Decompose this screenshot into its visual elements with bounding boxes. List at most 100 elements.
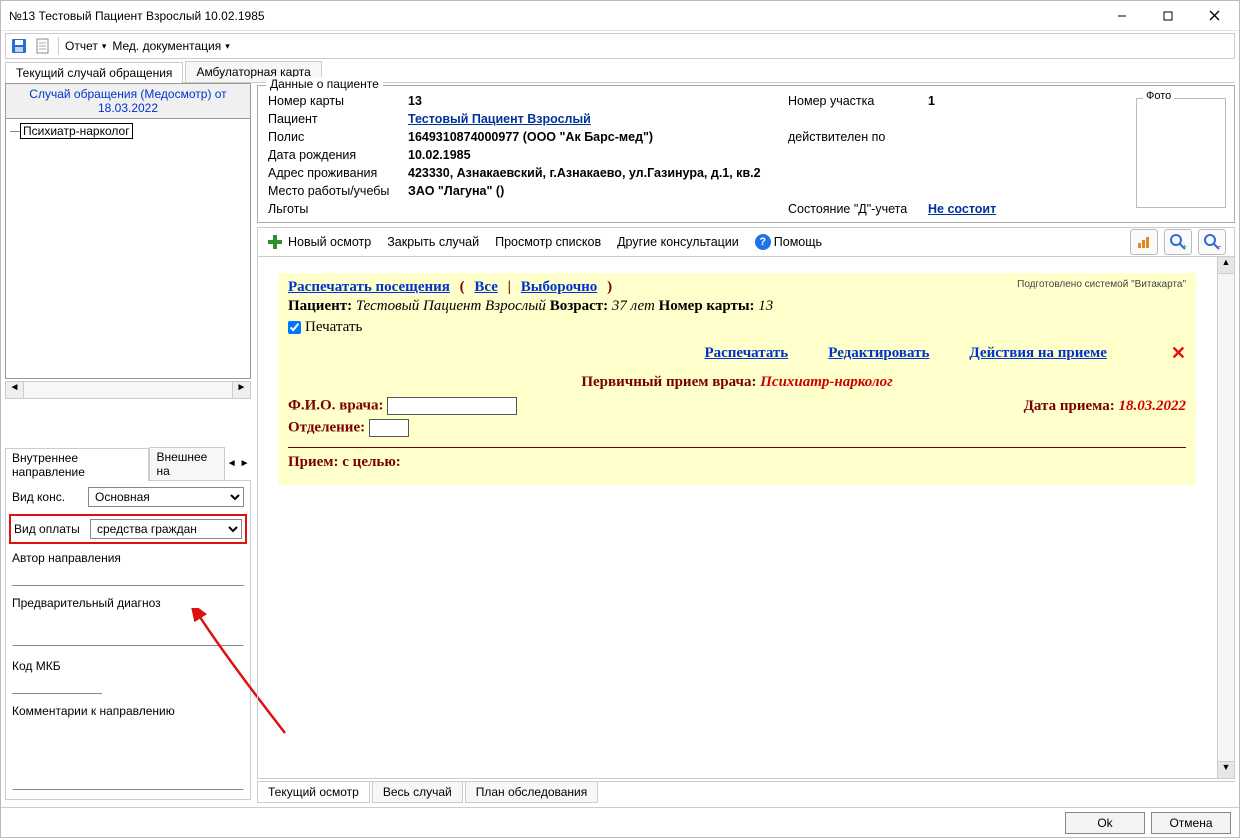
btab-exam-plan[interactable]: План обследования xyxy=(465,781,599,803)
referral-form: Вид конс. Основная Вид оплаты средства г… xyxy=(5,481,251,800)
patient-link[interactable]: Тестовый Пациент Взрослый xyxy=(408,112,591,126)
zoom-in-button[interactable]: + xyxy=(1164,229,1192,255)
case-header: Случай обращения (Медосмотр) от 18.03.20… xyxy=(5,83,251,119)
addr-value: 423330, Азнакаевский, г.Азнакаево, ул.Га… xyxy=(408,166,761,180)
close-card-button[interactable]: ✕ xyxy=(1171,343,1186,364)
plus-icon xyxy=(266,233,284,251)
priv-label: Льготы xyxy=(268,202,408,216)
referral-tabs: Внутреннее направление Внешнее на ◄ ► xyxy=(5,447,251,481)
purpose-label: Прием: с целью: xyxy=(288,454,401,470)
pat-name: Тестовый Пациент Взрослый xyxy=(356,298,546,314)
visit-card: Подготовлено системой "Витакарта" Распеч… xyxy=(278,273,1196,485)
svg-text:−: − xyxy=(1216,242,1221,251)
titlebar: №13 Тестовый Пациент Взрослый 10.02.1985 xyxy=(1,1,1239,31)
main-tabs: Текущий случай обращения Амбулаторная ка… xyxy=(5,61,1235,83)
document-icon[interactable] xyxy=(34,37,52,55)
case-toolbar: Новый осмотр Закрыть случай Просмотр спи… xyxy=(257,227,1235,257)
dept-label: Отделение: xyxy=(288,419,365,435)
btab-whole-case[interactable]: Весь случай xyxy=(372,781,463,803)
dob-value: 10.02.1985 xyxy=(408,148,471,162)
dstat-label: Состояние "Д"-учета xyxy=(788,202,928,216)
print-all-link[interactable]: Все xyxy=(474,279,498,296)
close-case-button[interactable]: Закрыть случай xyxy=(387,235,479,249)
photo-box: Фото xyxy=(1136,98,1226,208)
scroll-left-button[interactable]: ◄ xyxy=(6,382,24,398)
scroll-right-button[interactable]: ► xyxy=(232,382,250,398)
scroll-down-button[interactable]: ▼ xyxy=(1218,761,1234,778)
mkb-input[interactable] xyxy=(12,675,102,694)
help-button[interactable]: ? Помощь xyxy=(755,234,822,250)
tab-external-referral[interactable]: Внешнее на xyxy=(149,447,225,480)
pay-type-label: Вид оплаты xyxy=(14,522,84,536)
actions-link[interactable]: Действия на приеме xyxy=(969,345,1107,362)
cancel-button[interactable]: Отмена xyxy=(1151,812,1231,834)
visit-date-label: Дата приема: xyxy=(1024,398,1115,414)
cons-type-select[interactable]: Основная xyxy=(88,487,244,507)
document-area: Подготовлено системой "Витакарта" Распеч… xyxy=(257,257,1235,779)
dstat-link[interactable]: Не состоит xyxy=(928,202,996,216)
new-exam-button[interactable]: Новый осмотр xyxy=(266,233,371,251)
tab-internal-referral[interactable]: Внутреннее направление xyxy=(5,448,149,481)
fio-input[interactable] xyxy=(387,397,517,415)
main-toolbar: Отчет▾ Мед. документация▾ xyxy=(5,33,1235,59)
report-menu[interactable]: Отчет▾ xyxy=(65,39,106,53)
pay-type-row-highlighted: Вид оплаты средства граждан xyxy=(9,514,247,544)
age-label: Возраст: xyxy=(550,298,608,314)
prelim-diag-input[interactable] xyxy=(12,612,244,646)
meddoc-menu[interactable]: Мед. документация▾ xyxy=(112,39,229,53)
tree-hscroll[interactable]: ◄ ► xyxy=(5,381,251,399)
tab-scroll-right[interactable]: ► xyxy=(238,458,251,469)
patient-label: Пациент xyxy=(268,112,408,126)
fio-label: Ф.И.О. врача: xyxy=(288,397,384,413)
print-visits-link[interactable]: Распечатать посещения xyxy=(288,279,450,296)
pay-type-select[interactable]: средства граждан xyxy=(90,519,242,539)
card-no-label: Номер карты xyxy=(268,94,408,108)
tree-item-psychiatrist[interactable]: Психиатр-нарколог xyxy=(20,123,133,139)
scroll-up-button[interactable]: ▲ xyxy=(1218,257,1234,274)
visit-date-value: 18.03.2022 xyxy=(1119,398,1187,414)
site-label: Номер участка xyxy=(788,94,928,108)
close-window-button[interactable] xyxy=(1191,2,1237,30)
ok-button[interactable]: Ok xyxy=(1065,812,1145,834)
card-no-value: 13 xyxy=(408,94,422,108)
window-title: №13 Тестовый Пациент Взрослый 10.02.1985 xyxy=(9,9,265,23)
other-consult-button[interactable]: Другие консультации xyxy=(617,235,739,249)
polis-value: 1649310874000977 (ООО "Ак Барс-мед") xyxy=(408,130,653,144)
photo-legend: Фото xyxy=(1143,90,1174,102)
bottom-tabs: Текущий осмотр Весь случай План обследов… xyxy=(257,781,1235,803)
primary-value: Психиатр-нарколог xyxy=(760,374,892,390)
author-label: Автор направления xyxy=(12,551,244,565)
case-tree: Психиатр-нарколог xyxy=(5,119,251,379)
tab-current-case[interactable]: Текущий случай обращения xyxy=(5,62,183,83)
patient-box-legend: Данные о пациенте xyxy=(266,77,383,91)
maximize-button[interactable] xyxy=(1145,2,1191,30)
print-checkbox-label[interactable]: Печатать xyxy=(288,319,362,336)
card-label: Номер карты: xyxy=(659,298,755,314)
help-icon: ? xyxy=(755,234,771,250)
chart-button[interactable] xyxy=(1130,229,1158,255)
view-lists-button[interactable]: Просмотр списков xyxy=(495,235,601,249)
dept-input[interactable] xyxy=(369,419,409,437)
dob-label: Дата рождения xyxy=(268,148,408,162)
print-link[interactable]: Распечатать xyxy=(704,345,788,362)
site-value: 1 xyxy=(928,94,935,108)
comment-input[interactable] xyxy=(12,720,244,790)
pat-label: Пациент: xyxy=(288,298,352,314)
author-input[interactable] xyxy=(12,567,244,586)
work-value: ЗАО "Лагуна" () xyxy=(408,184,504,198)
zoom-out-button[interactable]: − xyxy=(1198,229,1226,255)
svg-text:+: + xyxy=(1182,242,1187,251)
print-selective-link[interactable]: Выборочно xyxy=(521,279,598,296)
system-note: Подготовлено системой "Витакарта" xyxy=(1017,279,1186,290)
save-icon[interactable] xyxy=(10,37,28,55)
tab-scroll-left[interactable]: ◄ xyxy=(225,458,238,469)
btab-current-exam[interactable]: Текущий осмотр xyxy=(257,781,370,803)
doc-vscroll[interactable]: ▲ ▼ xyxy=(1217,257,1234,778)
edit-link[interactable]: Редактировать xyxy=(828,345,929,362)
separator xyxy=(288,447,1186,448)
minimize-button[interactable] xyxy=(1099,2,1145,30)
prelim-diag-label: Предварительный диагноз xyxy=(12,596,244,610)
print-checkbox[interactable] xyxy=(288,321,301,334)
addr-label: Адрес проживания xyxy=(268,166,408,180)
polis-label: Полис xyxy=(268,130,408,144)
